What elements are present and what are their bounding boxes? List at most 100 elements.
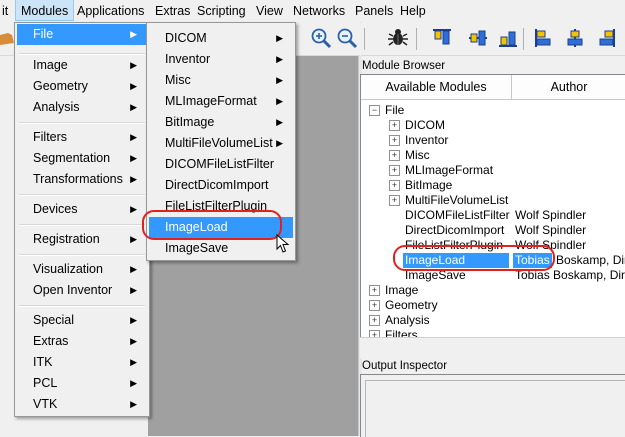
module-browser-panel: Available Modules Author − File + DICOM … [360, 74, 625, 338]
modules-menu-item-extras[interactable]: Extras ▶ [17, 331, 147, 352]
menu-view[interactable]: View [251, 0, 288, 22]
file-menu-item-misc[interactable]: Misc ▶ [149, 70, 293, 91]
modules-menu-item-image[interactable]: Image ▶ [17, 55, 147, 76]
zoom-in-icon[interactable] [310, 27, 332, 49]
collapse-icon[interactable]: − [369, 105, 380, 116]
file-menu-item-inventor[interactable]: Inventor ▶ [149, 49, 293, 70]
menu-scripting[interactable]: Scripting [192, 0, 251, 22]
file-menu-item-mlimageformat[interactable]: MLImageFormat ▶ [149, 91, 293, 112]
annotation-highlight-imageload-tree [393, 245, 555, 271]
modules-menu-item-registration[interactable]: Registration ▶ [17, 229, 147, 250]
expand-icon[interactable]: + [369, 285, 380, 296]
tree-row[interactable]: + Analysis [361, 313, 625, 328]
file-menu-item-imagesave[interactable]: ImageSave [149, 238, 293, 259]
file-menu-item-directdicomimport[interactable]: DirectDicomImport [149, 175, 293, 196]
expand-icon[interactable]: + [389, 120, 400, 131]
toolbar-separator [364, 28, 365, 50]
modules-menu-item-file[interactable]: File ▶ [17, 24, 147, 45]
tree-row[interactable]: + MLImageFormat [361, 163, 625, 178]
submenu-arrow-icon: ▶ [276, 117, 283, 127]
modules-menu-item-pcl[interactable]: PCL ▶ [17, 373, 147, 394]
tree-row-label: MLImageFormat [405, 163, 494, 177]
modules-menu-item-open-inventor[interactable]: Open Inventor ▶ [17, 280, 147, 301]
align-top-icon[interactable] [431, 27, 453, 49]
menu-separator [19, 254, 145, 256]
expand-icon[interactable]: + [369, 315, 380, 326]
tree-row[interactable]: + BitImage [361, 178, 625, 193]
menu-separator [19, 194, 145, 196]
modules-menu: File ▶ Image ▶ Geometry ▶ Analysis ▶ Filters… [14, 22, 150, 417]
submenu-arrow-icon: ▶ [130, 378, 137, 388]
expand-icon[interactable]: + [389, 150, 400, 161]
align-bottom-icon[interactable] [497, 27, 519, 49]
tree-row-label: DICOMFileListFilter [405, 208, 510, 222]
modules-menu-item-vtk[interactable]: VTK ▶ [17, 394, 147, 415]
tree-row[interactable]: + Image [361, 283, 625, 298]
submenu-arrow-icon: ▶ [130, 399, 137, 409]
expand-icon[interactable]: + [389, 135, 400, 146]
tree-row[interactable]: + Misc [361, 148, 625, 163]
column-header-author[interactable]: Author [512, 75, 625, 100]
tree-row-label: BitImage [405, 178, 453, 192]
tree-row[interactable]: + Geometry [361, 298, 625, 313]
toolbar-separator [523, 28, 524, 50]
submenu-arrow-icon: ▶ [130, 132, 137, 142]
menu-applications[interactable]: Applications [72, 0, 149, 22]
expand-icon[interactable]: + [369, 300, 380, 311]
zoom-out-icon[interactable] [336, 27, 358, 49]
modules-menu-item-geometry[interactable]: Geometry ▶ [17, 76, 147, 97]
tree-row[interactable]: − File [361, 103, 625, 118]
tree-row[interactable]: DICOMFileListFilter Wolf Spindler [361, 208, 625, 223]
submenu-arrow-icon: ▶ [130, 102, 137, 112]
modules-menu-item-devices[interactable]: Devices ▶ [17, 199, 147, 220]
menu-help[interactable]: Help [395, 0, 431, 22]
menu-edit-partial[interactable]: it [0, 0, 13, 22]
align-left-icon[interactable] [533, 27, 555, 49]
tree-row-label: DirectDicomImport [405, 223, 505, 237]
expand-icon[interactable]: + [389, 180, 400, 191]
column-header-available-modules[interactable]: Available Modules [361, 75, 512, 100]
modules-menu-item-filters[interactable]: Filters ▶ [17, 127, 147, 148]
submenu-arrow-icon: ▶ [130, 357, 137, 367]
menu-networks[interactable]: Networks [288, 0, 350, 22]
output-inspector-view[interactable] [365, 380, 625, 437]
align-right-icon[interactable] [595, 27, 617, 49]
file-menu-item-multifilevolumelist[interactable]: MultiFileVolumeList ▶ [149, 133, 293, 154]
modules-menu-item-itk[interactable]: ITK ▶ [17, 352, 147, 373]
tree-row-label: Inventor [405, 133, 449, 147]
submenu-arrow-icon: ▶ [130, 264, 137, 274]
submenu-arrow-icon: ▶ [276, 138, 283, 148]
menu-extras[interactable]: Extras [150, 0, 195, 22]
modules-menu-item-transformations[interactable]: Transformations ▶ [17, 169, 147, 190]
submenu-arrow-icon: ▶ [130, 234, 137, 244]
file-menu-item-bitimage[interactable]: BitImage ▶ [149, 112, 293, 133]
menu-panels[interactable]: Panels [350, 0, 398, 22]
menu-separator [19, 305, 145, 307]
file-menu-item-dicom[interactable]: DICOM ▶ [149, 28, 293, 49]
panel-splitter-horizontal[interactable] [360, 337, 625, 358]
tree-row[interactable]: + Inventor [361, 133, 625, 148]
tree-row-label: Image [385, 283, 419, 297]
align-center-vertical-icon[interactable] [467, 27, 489, 49]
output-inspector-title: Output Inspector [362, 360, 448, 372]
tree-row[interactable]: + DICOM [361, 118, 625, 133]
menubar: it Modules Applications Extras Scripting… [0, 0, 625, 23]
expand-icon[interactable]: + [389, 165, 400, 176]
modules-menu-item-special[interactable]: Special ▶ [17, 310, 147, 331]
submenu-arrow-icon: ▶ [130, 315, 137, 325]
toolbar-right [361, 22, 625, 56]
bug-icon[interactable] [387, 27, 409, 49]
modules-menu-item-visualization[interactable]: Visualization ▶ [17, 259, 147, 280]
submenu-arrow-icon: ▶ [276, 33, 283, 43]
tree-row[interactable]: + MultiFileVolumeList [361, 193, 625, 208]
submenu-arrow-icon: ▶ [130, 29, 137, 39]
modules-menu-item-analysis[interactable]: Analysis ▶ [17, 97, 147, 118]
submenu-arrow-icon: ▶ [130, 204, 137, 214]
menu-modules[interactable]: Modules [15, 0, 75, 21]
file-menu-item-dicomfilelistfilter[interactable]: DICOMFileListFilter [149, 154, 293, 175]
align-center-horizontal-icon[interactable] [564, 27, 586, 49]
modules-menu-item-segmentation[interactable]: Segmentation ▶ [17, 148, 147, 169]
tree-row[interactable]: DirectDicomImport Wolf Spindler [361, 223, 625, 238]
expand-icon[interactable]: + [389, 195, 400, 206]
submenu-arrow-icon: ▶ [130, 336, 137, 346]
